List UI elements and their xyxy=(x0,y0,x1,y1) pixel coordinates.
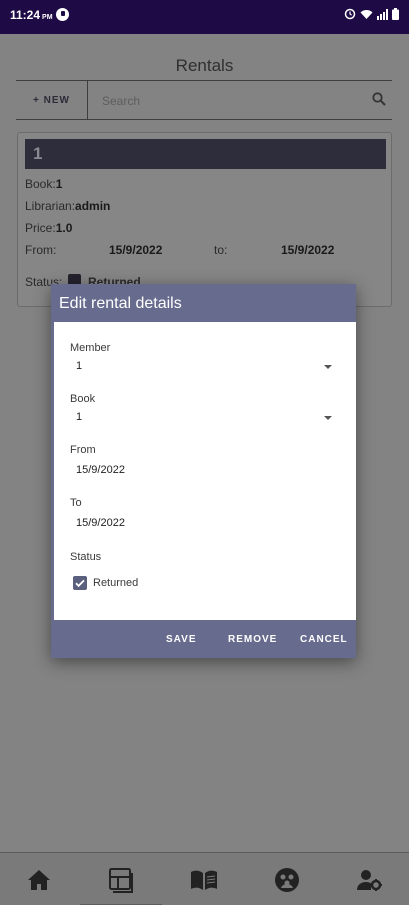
chevron-down-icon xyxy=(324,416,332,420)
nav-dashboard[interactable] xyxy=(106,865,136,895)
chevron-down-icon xyxy=(324,365,332,369)
returned-checkbox[interactable] xyxy=(73,576,87,590)
to-label: To xyxy=(70,497,82,509)
from-label: From xyxy=(70,444,96,456)
admin-settings-icon xyxy=(357,870,382,891)
cancel-button[interactable]: CANCEL xyxy=(300,634,348,645)
to-date-value: 15/9/2022 xyxy=(76,517,125,529)
wifi-icon xyxy=(360,9,373,19)
members-icon xyxy=(275,868,299,892)
status-label: Status xyxy=(70,551,102,563)
save-button[interactable]: SAVE xyxy=(166,634,197,645)
toolbar: + NEW xyxy=(16,80,392,120)
book-value: 1 xyxy=(76,411,83,423)
to-date-field[interactable]: 15/9/2022 xyxy=(70,513,270,535)
card-from-label: From: xyxy=(25,243,57,257)
new-rental-button[interactable]: + NEW xyxy=(16,81,88,119)
from-date-field[interactable]: 15/9/2022 xyxy=(70,460,270,482)
dialog-title: Edit rental details xyxy=(51,284,356,322)
member-label: Member xyxy=(70,342,111,354)
nav-members[interactable] xyxy=(272,865,302,895)
returned-checkbox-label[interactable]: Returned xyxy=(93,577,138,589)
signal-icon xyxy=(377,8,388,20)
card-librarian: Librarian:admin xyxy=(25,199,111,213)
dashboard-icon xyxy=(109,868,133,893)
card-book: Book:1 xyxy=(25,177,63,191)
card-to-value: 15/9/2022 xyxy=(281,243,335,257)
search-input[interactable] xyxy=(102,91,352,111)
book-icon xyxy=(191,870,217,890)
check-icon xyxy=(75,579,85,588)
dialog-body: Member 1 Book 1 From 15/9/2022 To 15/9/2… xyxy=(51,322,356,620)
nav-books[interactable] xyxy=(189,865,219,895)
card-from-value: 15/9/2022 xyxy=(109,243,163,257)
card-price: Price:1.0 xyxy=(25,221,73,235)
rental-id: 1 xyxy=(25,139,386,169)
book-label: Book xyxy=(70,393,96,405)
member-dropdown[interactable]: 1 xyxy=(70,356,334,378)
status-icons xyxy=(344,8,399,20)
from-date-value: 15/9/2022 xyxy=(76,464,125,476)
status-bar: 11:24 PM xyxy=(0,0,409,34)
card-to-label: to: xyxy=(214,243,228,257)
rental-card[interactable]: 1 Book:1 Librarian:admin Price:1.0 From:… xyxy=(17,132,392,307)
dialog-actions: SAVE REMOVE CANCEL xyxy=(51,620,356,658)
status-time: 11:24 PM xyxy=(10,8,53,22)
nav-home[interactable] xyxy=(24,865,54,895)
home-icon xyxy=(28,870,50,890)
book-dropdown[interactable]: 1 xyxy=(70,407,334,429)
edit-rental-dialog: Edit rental details Member 1 Book 1 From… xyxy=(51,284,356,658)
nav-admin[interactable] xyxy=(355,865,385,895)
remove-button[interactable]: REMOVE xyxy=(228,634,277,645)
bottom-nav xyxy=(0,852,409,905)
page-title: Rentals xyxy=(175,56,234,75)
alarm-icon xyxy=(344,8,356,20)
search-icon[interactable] xyxy=(372,92,386,106)
app-notification-icon xyxy=(56,8,69,21)
battery-icon xyxy=(392,8,399,20)
member-value: 1 xyxy=(76,360,83,372)
